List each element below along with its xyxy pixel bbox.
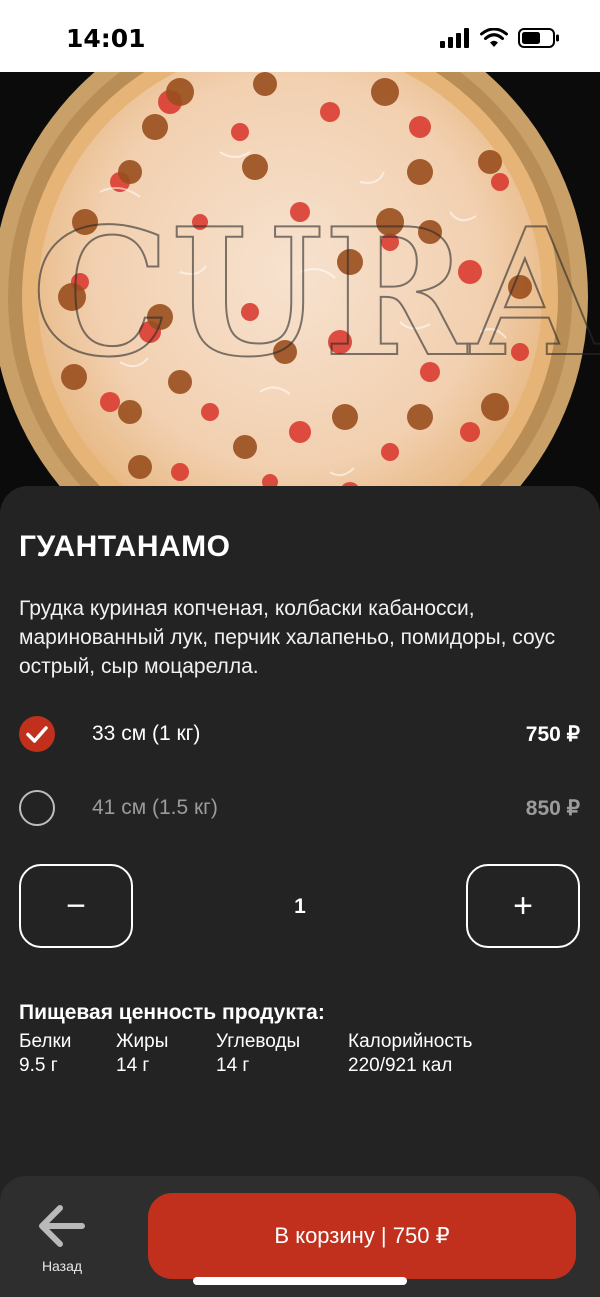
- size-price: 750 ₽: [525, 723, 580, 746]
- home-indicator: [193, 1277, 407, 1285]
- wifi-icon: [480, 28, 508, 47]
- nutrition-value: 9.5 г: [19, 1055, 58, 1076]
- size-label: 33 см (1 кг): [92, 722, 201, 745]
- add-to-cart-button[interactable]: В корзину | 750 ₽: [148, 1193, 576, 1279]
- size-option-33[interactable]: 33 см (1 кг) 750 ₽: [0, 708, 600, 764]
- product-title: ГУАНТАНАМО: [19, 530, 231, 563]
- nutrition-calories: Калорийность 220/921 кал: [348, 1030, 472, 1078]
- nutrition-label: Углеводы: [216, 1031, 301, 1052]
- quantity-value: 1: [294, 895, 306, 918]
- product-description: Грудка куриная копченая, колбаски кабано…: [19, 597, 556, 678]
- watermark-text: CURA: [31, 191, 600, 396]
- radio-checked-icon[interactable]: [19, 716, 55, 752]
- status-bar: 14:01: [0, 0, 600, 72]
- size-price: 850 ₽: [525, 797, 580, 820]
- radio-unchecked-icon[interactable]: [19, 790, 55, 826]
- nutrition-label: Жиры: [116, 1031, 169, 1052]
- pizza-illustration: CURA: [0, 72, 600, 522]
- size-option-41[interactable]: 41 см (1.5 кг) 850 ₽: [0, 782, 600, 838]
- nutrition-label: Белки: [19, 1031, 72, 1052]
- decrease-quantity-button[interactable]: −: [19, 864, 133, 948]
- cellular-signal-icon: [440, 28, 469, 48]
- nutrition-value: 14 г: [216, 1055, 250, 1076]
- nutrition-protein: Белки 9.5 г: [19, 1030, 71, 1078]
- nutrition-fat: Жиры 14 г: [116, 1030, 168, 1078]
- nutrition-carbs: Углеводы 14 г: [216, 1030, 300, 1078]
- back-label: Назад: [41, 1258, 83, 1274]
- increase-quantity-button[interactable]: +: [466, 864, 580, 948]
- status-icons: [440, 28, 560, 48]
- product-image: CURA: [0, 72, 600, 522]
- back-button[interactable]: Назад: [30, 1200, 94, 1280]
- arrow-left-icon: [39, 1205, 85, 1247]
- size-label: 41 см (1.5 кг): [92, 796, 218, 819]
- battery-icon: [518, 28, 559, 48]
- nutrition-title: Пищевая ценность продукта:: [19, 1001, 325, 1024]
- status-time: 14:01: [66, 24, 146, 53]
- nutrition-value: 14 г: [116, 1055, 150, 1076]
- nutrition-value: 220/921 кал: [348, 1055, 453, 1076]
- nutrition-label: Калорийность: [348, 1031, 473, 1052]
